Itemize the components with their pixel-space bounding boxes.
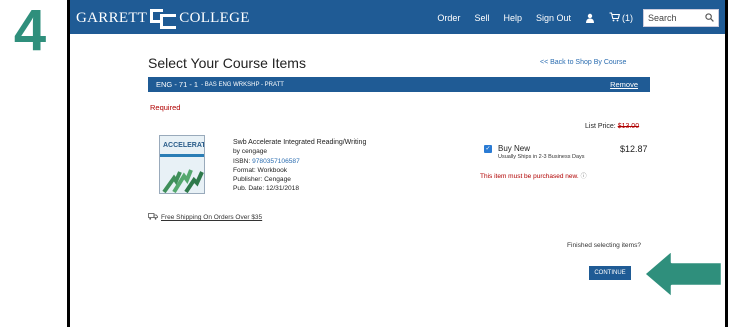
- cart-icon: [609, 12, 621, 24]
- nav-sign-out[interactable]: Sign Out: [536, 13, 571, 23]
- list-price-value: $13.00: [617, 123, 640, 130]
- page-title: Select Your Course Items: [148, 55, 306, 71]
- user-icon[interactable]: [585, 13, 595, 23]
- back-to-shop-link[interactable]: << Back to Shop By Course: [540, 59, 626, 66]
- course-header-bar: ENG - 71 - 1 - BAS ENG WRKSHP - PRATT Re…: [148, 77, 650, 92]
- free-shipping-text: Free Shipping On Orders Over $35: [161, 214, 263, 221]
- cart-button[interactable]: (1): [609, 12, 633, 24]
- college-logo[interactable]: GARRETT COLLEGE: [76, 7, 250, 29]
- book-isbn-row: ISBN: 9780357106587: [233, 157, 366, 166]
- site-header: GARRETT COLLEGE Order Sell Help Sign Out: [70, 0, 725, 34]
- search-box: [643, 9, 719, 27]
- browser-frame: GARRETT COLLEGE Order Sell Help Sign Out: [67, 0, 728, 327]
- info-icon[interactable]: ⓘ: [581, 174, 587, 180]
- book-title: Swb Accelerate Integrated Reading/Writin…: [233, 139, 367, 146]
- book-publisher: Publisher: Cengage: [233, 176, 291, 184]
- must-purchase-text: This item must be purchased new.: [480, 173, 579, 180]
- buy-new-checkbox[interactable]: ✓: [484, 145, 492, 153]
- search-icon[interactable]: [705, 9, 714, 27]
- nav-help[interactable]: Help: [503, 13, 522, 23]
- free-shipping-link[interactable]: Free Shipping On Orders Over $35: [148, 213, 262, 222]
- isbn-label: ISBN:: [233, 157, 253, 165]
- top-nav: Order Sell Help Sign Out (1): [437, 8, 719, 28]
- must-purchase-new-notice: This item must be purchased new. ⓘ: [480, 171, 587, 180]
- pointer-arrow-icon: [642, 248, 724, 300]
- book-author: by cengage: [233, 148, 268, 156]
- course-code: ENG - 71 - 1: [156, 80, 199, 89]
- buy-new-label: Buy New: [498, 144, 531, 153]
- buy-new-option[interactable]: ✓ Buy New Usually Ships in 2-3 Business …: [484, 144, 585, 160]
- continue-button[interactable]: CONTINUE: [589, 266, 631, 280]
- cover-stripe: [160, 154, 204, 157]
- course-name: - BAS ENG WRKSHP - PRATT: [201, 81, 284, 88]
- required-label: Required: [150, 103, 181, 112]
- isbn-value[interactable]: 9780357106587: [252, 158, 300, 165]
- book-pub-date: Pub. Date: 12/31/2018: [233, 185, 299, 193]
- finished-selecting-prompt: Finished selecting items?: [567, 242, 642, 249]
- cover-title: ACCELERATE:: [163, 142, 204, 149]
- list-price-label: List Price:: [585, 123, 618, 130]
- book-details: Swb Accelerate Integrated Reading/Writin…: [233, 138, 366, 194]
- cover-arrows-graphic: [162, 169, 204, 193]
- logo-mark-icon: [150, 7, 177, 29]
- nav-sell[interactable]: Sell: [474, 13, 489, 23]
- book-cover-image[interactable]: ACCELERATE:: [159, 135, 205, 194]
- nav-order[interactable]: Order: [437, 13, 460, 23]
- truck-icon: [148, 213, 158, 222]
- book-format: Format: Workbook: [233, 166, 288, 174]
- remove-course-link[interactable]: Remove: [610, 80, 638, 89]
- item-price: $12.87: [620, 144, 648, 154]
- logo-text-right: COLLEGE: [179, 9, 250, 26]
- search-input[interactable]: [648, 13, 702, 23]
- shipping-estimate: Usually Ships in 2-3 Business Days: [498, 154, 585, 160]
- logo-text-left: GARRETT: [76, 9, 148, 26]
- cart-count: (1): [622, 13, 633, 23]
- list-price: List Price: $13.00: [585, 123, 639, 130]
- step-number: 4: [13, 0, 47, 63]
